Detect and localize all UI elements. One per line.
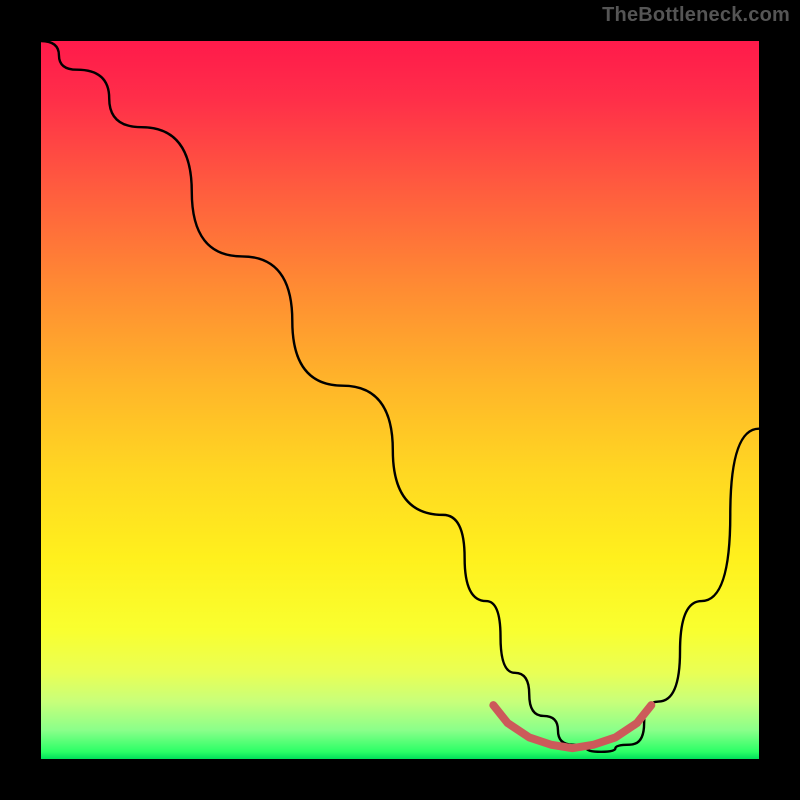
attribution-label: TheBottleneck.com — [602, 4, 790, 27]
chart-frame: TheBottleneck.com — [0, 0, 800, 800]
sweet-spot-marker-path — [493, 705, 651, 748]
plot-area — [41, 41, 759, 759]
curve-overlay — [41, 41, 759, 759]
bottleneck-curve-path — [41, 41, 759, 752]
